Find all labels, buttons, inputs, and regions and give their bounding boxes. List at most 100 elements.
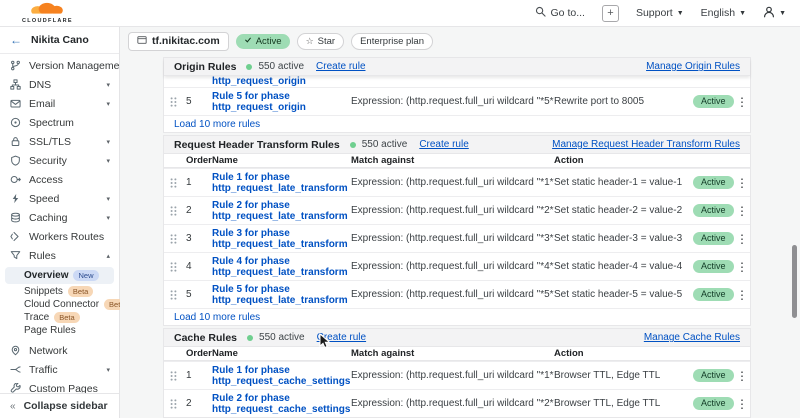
- sidebar-item-access[interactable]: Access: [0, 170, 119, 189]
- sidebar-item-workers-routes[interactable]: Workers Routes: [0, 227, 119, 246]
- active-count: 550 active: [259, 332, 305, 343]
- drag-handle-icon[interactable]: [170, 178, 186, 188]
- sidebar-item-email[interactable]: Email▾: [0, 94, 119, 113]
- rule-name-link[interactable]: Rule 1 for phasehttp_request_cache_setti…: [212, 365, 351, 387]
- drag-handle-icon[interactable]: [170, 262, 186, 272]
- action-cell: Set static header-1 = value-1: [554, 177, 693, 188]
- sidebar-item-label: Access: [29, 174, 63, 186]
- account-header[interactable]: ← Nikita Cano: [0, 27, 119, 54]
- status-badge: Active: [693, 204, 734, 217]
- kebab-menu-icon[interactable]: ⋮: [733, 204, 751, 218]
- rule-name-link[interactable]: Rule 2 for phasehttp_request_cache_setti…: [212, 393, 351, 415]
- sidebar-item-traffic[interactable]: Traffic▾: [0, 360, 119, 379]
- sidebar-subitem-label: Overview: [24, 270, 68, 281]
- email-icon: [9, 98, 21, 109]
- kebab-menu-icon[interactable]: ⋮: [733, 95, 751, 109]
- kebab-menu-icon[interactable]: ⋮: [733, 369, 751, 383]
- column-header-action: Action: [554, 155, 693, 166]
- manage-rules-link[interactable]: Manage Origin Rules: [646, 61, 740, 72]
- caching-icon: [9, 212, 21, 223]
- scrollbar-thumb[interactable]: [792, 245, 797, 318]
- action-cell: Set static header-5 = value-5: [554, 289, 693, 300]
- sidebar-item-dns[interactable]: DNS▾: [0, 75, 119, 94]
- match-expression: Expression: (http.request.full_uri wildc…: [351, 261, 554, 272]
- user-icon: [763, 6, 775, 21]
- star-button[interactable]: ☆ Star: [297, 33, 345, 50]
- rule-name-link[interactable]: Rule 5 for phasehttp_request_late_transf…: [212, 284, 351, 306]
- language-menu[interactable]: English ▼: [701, 7, 746, 19]
- rule-name-link[interactable]: Rule 1 for phasehttp_request_late_transf…: [212, 172, 351, 194]
- chevron-down-icon: ▾: [106, 214, 110, 222]
- kebab-menu-icon[interactable]: ⋮: [733, 288, 751, 302]
- sidebar-subitem-snippets[interactable]: SnippetsBeta: [5, 285, 114, 298]
- security-icon: [9, 155, 21, 166]
- version-management-icon: [9, 60, 21, 71]
- rule-name-link[interactable]: http_request_origin: [212, 76, 351, 87]
- create-rule-link[interactable]: Create rule: [419, 139, 468, 150]
- sidebar-item-network[interactable]: Network: [0, 341, 119, 360]
- load-more-link[interactable]: Load 10 more rules: [174, 119, 260, 130]
- create-rule-link[interactable]: Create rule: [316, 61, 365, 72]
- back-arrow-icon[interactable]: ←: [10, 33, 22, 47]
- collapse-sidebar-button[interactable]: « Collapse sidebar: [0, 393, 119, 418]
- workers-routes-icon: [9, 231, 21, 242]
- sidebar-item-speed[interactable]: Speed▾: [0, 189, 119, 208]
- drag-handle-icon[interactable]: [170, 371, 186, 381]
- drag-handle-icon[interactable]: [170, 290, 186, 300]
- goto-search[interactable]: Go to...: [535, 6, 585, 20]
- section-origin-rules: Origin Rules550 activeCreate ruleManage …: [163, 57, 751, 133]
- action-cell: Set static header-2 = value-2: [554, 205, 693, 216]
- match-expression: Expression: (http.request.full_uri wildc…: [351, 96, 554, 107]
- rule-name-link[interactable]: Rule 5 for phasehttp_request_origin: [212, 91, 351, 113]
- sidebar-item-caching[interactable]: Caching▾: [0, 208, 119, 227]
- sidebar-item-rules[interactable]: Rules▴: [0, 246, 119, 265]
- cloudflare-logo[interactable]: CLOUDFLARE: [22, 2, 73, 25]
- dns-icon: [9, 79, 21, 90]
- active-status-dot: [350, 142, 356, 148]
- sidebar-item-ssl-tls[interactable]: SSL/TLS▾: [0, 132, 119, 151]
- sidebar-item-label: DNS: [29, 79, 51, 91]
- match-expression: Expression: (http.request.full_uri wildc…: [351, 177, 554, 188]
- status-badge: Active: [693, 176, 734, 189]
- create-rule-link[interactable]: Create rule: [317, 332, 366, 343]
- sidebar-subitem-label: Page Rules: [24, 325, 76, 336]
- kebab-menu-icon[interactable]: ⋮: [733, 260, 751, 274]
- drag-handle-icon[interactable]: [170, 399, 186, 409]
- action-cell: Set static header-4 = value-4: [554, 261, 693, 272]
- kebab-menu-icon[interactable]: ⋮: [733, 176, 751, 190]
- manage-rules-link[interactable]: Manage Cache Rules: [644, 332, 740, 343]
- rule-name-link[interactable]: Rule 2 for phasehttp_request_late_transf…: [212, 200, 351, 222]
- drag-handle-icon[interactable]: [170, 206, 186, 216]
- chevron-down-icon: ▾: [106, 138, 110, 146]
- action-cell: Browser TTL, Edge TTL: [554, 370, 693, 381]
- column-header-name: Name: [212, 348, 351, 359]
- support-menu[interactable]: Support ▼: [636, 7, 684, 19]
- kebab-menu-icon[interactable]: ⋮: [733, 232, 751, 246]
- sidebar-item-label: Speed: [29, 193, 59, 205]
- drag-handle-icon[interactable]: [170, 234, 186, 244]
- rule-name-link[interactable]: Rule 4 for phasehttp_request_late_transf…: [212, 256, 351, 278]
- chevron-down-icon: ▼: [739, 10, 746, 17]
- sidebar-subitem-page-rules[interactable]: Page Rules: [5, 324, 114, 337]
- manage-rules-link[interactable]: Manage Request Header Transform Rules: [552, 139, 740, 150]
- match-expression: Expression: (http.request.full_uri wildc…: [351, 233, 554, 244]
- sidebar-subitem-trace[interactable]: Trace Beta: [5, 311, 114, 324]
- sidebar-item-security[interactable]: Security▾: [0, 151, 119, 170]
- kebab-menu-icon[interactable]: ⋮: [733, 397, 751, 411]
- section-title: Request Header Transform Rules: [174, 139, 340, 151]
- sidebar-subitem-label: Trace: [24, 312, 49, 323]
- rules-icon: [9, 250, 21, 261]
- rule-name-link[interactable]: Rule 3 for phasehttp_request_late_transf…: [212, 228, 351, 250]
- account-menu[interactable]: ▼: [763, 6, 786, 21]
- sidebar-item-spectrum[interactable]: Spectrum: [0, 113, 119, 132]
- sidebar-subitem-cloud-connector[interactable]: Cloud ConnectorBeta: [5, 298, 114, 311]
- table-row: 2Rule 2 for phasehttp_request_cache_sett…: [164, 389, 750, 417]
- zone-selector[interactable]: tf.nikitac.com: [128, 32, 229, 51]
- add-button[interactable]: +: [602, 5, 619, 22]
- beta-badge: Beta: [54, 312, 79, 323]
- load-more-link[interactable]: Load 10 more rules: [174, 312, 260, 323]
- sidebar-subitem-overview[interactable]: OverviewNew: [5, 267, 114, 284]
- cloudflare-dashboard: CLOUDFLARE Go to... + Support ▼ English …: [0, 0, 800, 418]
- drag-handle-icon[interactable]: [170, 97, 186, 107]
- sidebar-item-version-management[interactable]: Version Management: [0, 56, 119, 75]
